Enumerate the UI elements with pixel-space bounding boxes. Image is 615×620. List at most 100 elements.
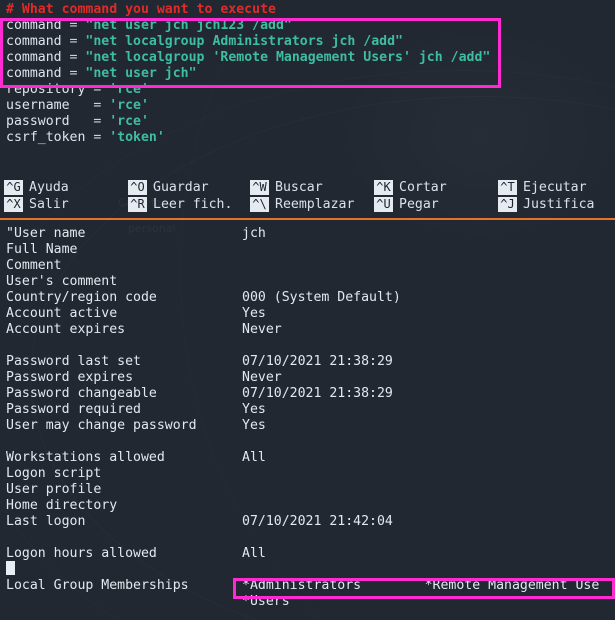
command-assignment-line[interactable]: command = "net localgroup Administrators… (6, 34, 403, 50)
shortcut-label: Pegar (399, 196, 439, 212)
shortcut-item-ayuda[interactable]: ^G Ayuda (4, 178, 69, 195)
shortcut-item-buscar[interactable]: ^W Buscar (250, 178, 354, 195)
shortcut-item-leer-fich[interactable]: ^R Leer fich. (128, 195, 232, 212)
shortcut-key: ^R (128, 197, 147, 212)
output-label: Logon hours allowed (6, 546, 157, 561)
output-value: 000 (System Default) (242, 290, 401, 305)
variable-name: command (6, 66, 62, 81)
command-output-pane[interactable]: "User name jch Full Name Comment User's comm… (0, 220, 615, 620)
shortcut-key: ^X (4, 197, 23, 212)
variable-name: username (6, 98, 70, 113)
output-row: "User name jch (6, 226, 266, 242)
shortcut-label: Ejecutar (523, 179, 587, 195)
output-row: Password expires Never (6, 370, 282, 386)
shortcut-column: ^K Cortar ^U Pegar (374, 178, 447, 214)
output-row: Logon hours allowed All (6, 546, 266, 562)
comment-text: # What command you want to execute (6, 2, 276, 17)
output-row: Password last set 07/10/2021 21:38:29 (6, 354, 393, 370)
output-value: *Administrators *Remote Management Use (242, 578, 600, 593)
output-value: Yes (242, 306, 266, 321)
shortcut-label: Cortar (399, 179, 447, 195)
shortcut-label: Leer fich. (153, 196, 233, 212)
output-value: Yes (242, 402, 266, 417)
shortcut-key: ^O (128, 180, 147, 195)
output-value: Never (242, 370, 282, 385)
output-row: Full Name (6, 242, 77, 258)
variable-name: command (6, 50, 62, 65)
setting-assignment-line[interactable]: repository = 'rce' (6, 82, 149, 98)
shortcut-column: ^T Ejecutar ^J Justifica (498, 178, 594, 214)
shortcut-key: ^J (498, 197, 517, 212)
output-label: Password changeable (6, 386, 157, 401)
shortcut-item-justifica[interactable]: ^J Justifica (498, 195, 594, 212)
shortcut-item-ejecutar[interactable]: ^T Ejecutar (498, 178, 594, 195)
output-row: Account active Yes (6, 306, 266, 322)
output-row: Country/region code 000 (System Default) (6, 290, 401, 306)
setting-assignment-line[interactable]: username = 'rce' (6, 98, 149, 114)
output-row: Password required Yes (6, 402, 266, 418)
shortcut-label: Reemplazar (275, 196, 355, 212)
output-label: Comment (6, 258, 62, 273)
command-string: "net localgroup Administrators jch /add" (85, 34, 403, 49)
output-label: Full Name (6, 242, 78, 257)
output-label: Country/region code (6, 290, 157, 305)
command-assignment-line[interactable]: command = "net user jch" (6, 66, 197, 82)
shortcut-item-reemplazar[interactable]: ^\ Reemplazar (250, 195, 354, 212)
output-label: Last logon (6, 514, 86, 529)
variable-name: command (6, 34, 62, 49)
shortcut-column: ^W Buscar ^\ Reemplazar (250, 178, 354, 214)
output-label: User's comment (6, 274, 118, 289)
shortcut-item-cortar[interactable]: ^K Cortar (374, 178, 447, 195)
output-row: Last logon 07/10/2021 21:42:04 (6, 514, 393, 530)
output-value: All (242, 546, 266, 561)
output-label: "User name (6, 226, 86, 241)
shortcut-column: ^G Ayuda ^X Salir (4, 178, 69, 214)
output-row: Local Group Memberships *Administrators *… (6, 578, 599, 594)
shortcut-label: Guardar (153, 179, 209, 195)
shortcut-label: Salir (29, 196, 69, 212)
shortcut-key: ^G (4, 180, 23, 195)
assignment-operator: = (69, 114, 110, 129)
assignment-operator: = (85, 130, 110, 145)
output-label: User may change password (6, 418, 197, 433)
output-label: Account expires (6, 322, 126, 337)
setting-value: 'rce' (109, 98, 149, 113)
variable-name: csrf_token (6, 130, 86, 145)
setting-assignment-line[interactable]: csrf_token = 'token' (6, 130, 165, 146)
output-label: Password expires (6, 370, 134, 385)
assignment-operator: = (61, 18, 86, 33)
output-label: Workstations allowed (6, 450, 165, 465)
assignment-operator: = (61, 66, 86, 81)
output-value: Never (242, 322, 282, 337)
output-row: Password changeable 07/10/2021 21:38:29 (6, 386, 393, 402)
command-assignment-line[interactable]: command = "net localgroup 'Remote Manage… (6, 50, 490, 66)
editor-comment-line: # What command you want to execute (6, 2, 276, 18)
shortcut-column: ^O Guardar ^R Leer fich. (128, 178, 232, 214)
output-row: Account expires Never (6, 322, 282, 338)
command-string: "net localgroup 'Remote Management Users… (85, 50, 491, 65)
setting-value: 'token' (109, 130, 165, 145)
output-label: Logon script (6, 466, 102, 481)
shortcut-item-pegar[interactable]: ^U Pegar (374, 195, 447, 212)
setting-value: 'rce' (109, 114, 149, 129)
command-assignment-line[interactable]: command = "net user jch jch123 /add" (6, 18, 292, 34)
output-row: Home directory (6, 498, 117, 514)
variable-name: repository (6, 82, 86, 97)
output-label: Password required (6, 402, 141, 417)
output-value: 07/10/2021 21:38:29 (242, 386, 393, 401)
setting-assignment-line[interactable]: password = 'rce' (6, 114, 149, 130)
output-label: Local Group Memberships (6, 578, 189, 593)
shortcut-item-guardar[interactable]: ^O Guardar (128, 178, 232, 195)
shortcut-key: ^K (374, 180, 393, 195)
output-label: Account active (6, 306, 118, 321)
shortcut-label: Justifica (523, 196, 595, 212)
output-label: User profile (6, 482, 102, 497)
assignment-operator: = (69, 98, 110, 113)
nano-shortcut-bar[interactable]: ^G Ayuda ^X Salir ^O Guardar ^R Leer fich. ^W Bus… (0, 178, 615, 214)
output-value: Yes (242, 418, 266, 433)
shortcut-key: ^\ (250, 197, 269, 212)
terminal-window[interactable]: Carpetapersonal # What command you want … (0, 0, 615, 620)
shortcut-item-salir[interactable]: ^X Salir (4, 195, 69, 212)
output-value: 07/10/2021 21:42:04 (242, 514, 393, 529)
assignment-operator: = (85, 82, 110, 97)
